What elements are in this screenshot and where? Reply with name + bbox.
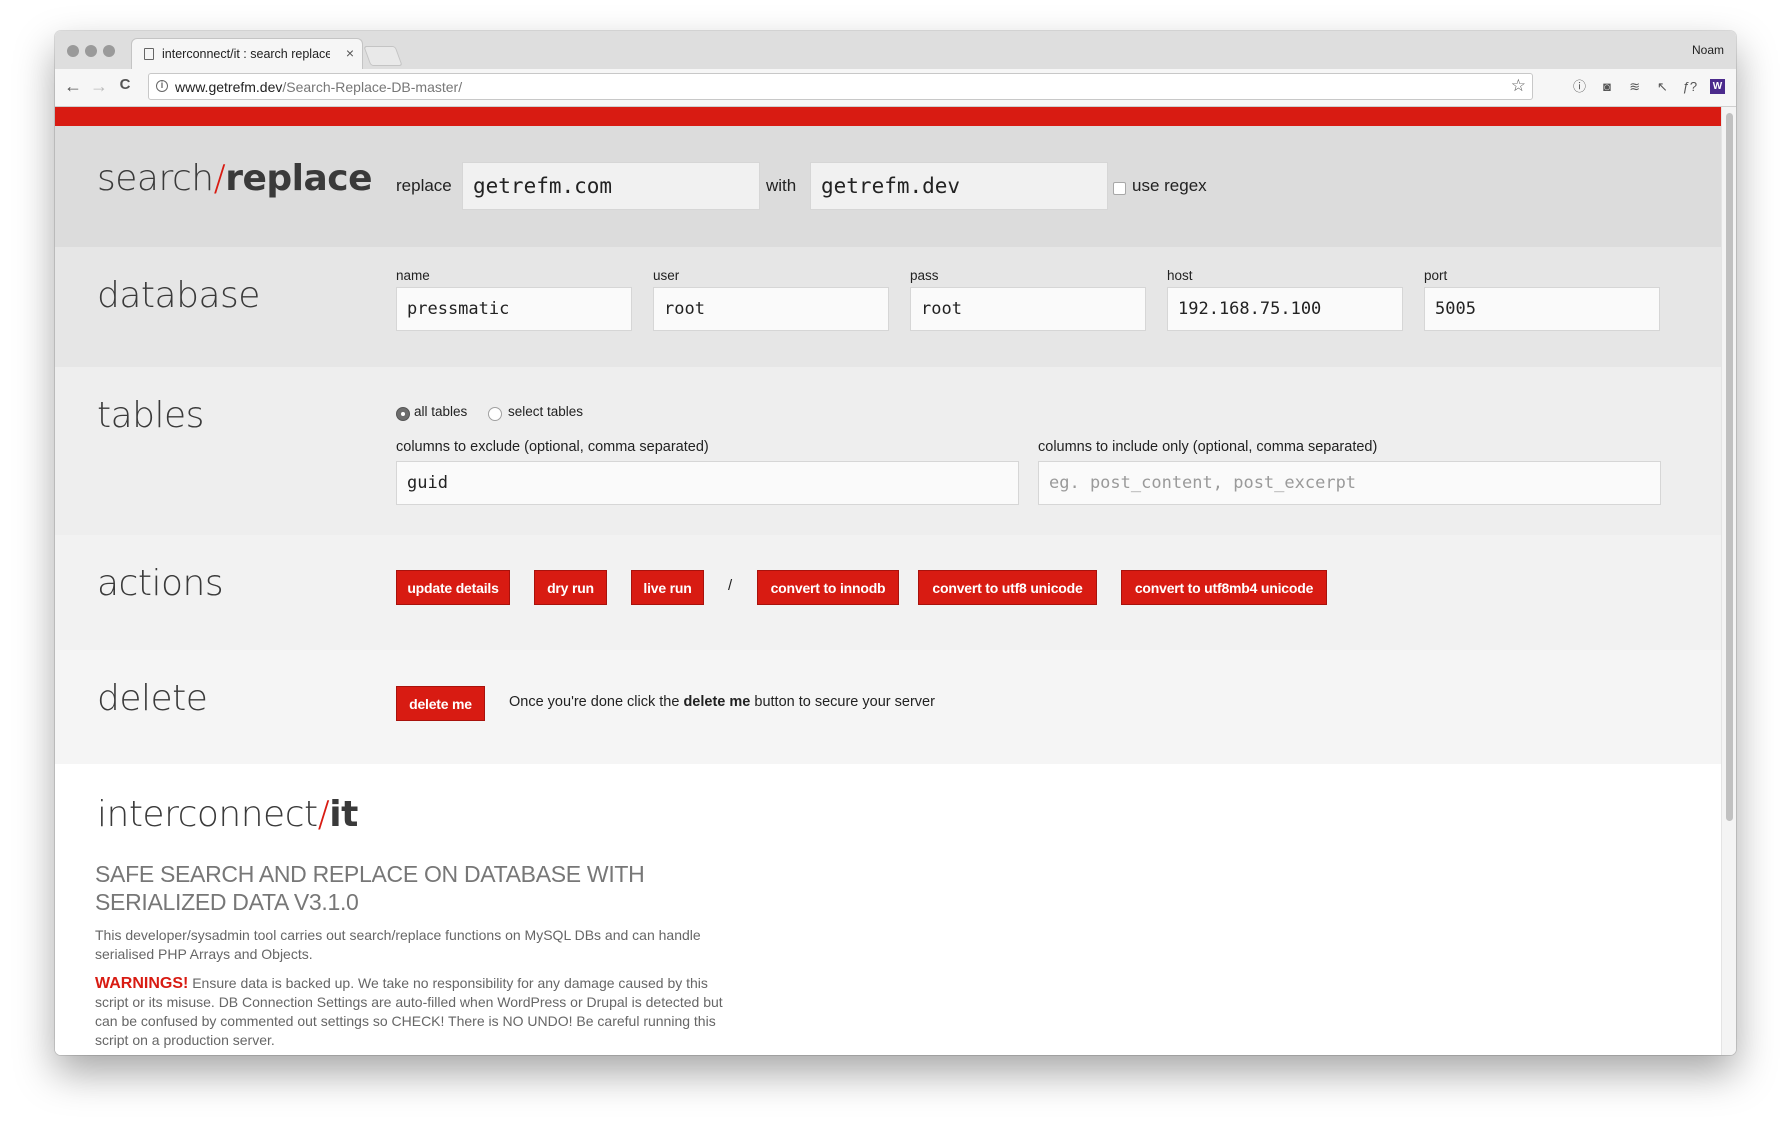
delete-heading: delete: [97, 678, 208, 719]
layers-icon[interactable]: ≋: [1627, 79, 1642, 94]
replace-input[interactable]: getrefm.com: [462, 162, 760, 210]
site-info-icon[interactable]: i: [156, 80, 168, 92]
camera-icon[interactable]: ◙: [1600, 79, 1615, 94]
live-run-button[interactable]: live run: [631, 570, 704, 605]
page-scrollbar[interactable]: [1721, 107, 1736, 1055]
convert-utf8-button[interactable]: convert to utf8 unicode: [918, 570, 1097, 605]
db-user-input[interactable]: root: [653, 287, 889, 331]
about-section: interconnect/it SAFE SEARCH AND REPLACE …: [55, 764, 1721, 1055]
db-port-input[interactable]: 5005: [1424, 287, 1660, 331]
tab-strip: interconnect/it : search replace × Noam: [55, 31, 1736, 70]
db-pass-label: pass: [910, 268, 939, 283]
top-accent-bar: [55, 107, 1721, 126]
url-text[interactable]: www.getrefm.dev/Search-Replace-DB-master…: [175, 79, 462, 95]
brand-logo: interconnect/it: [97, 794, 358, 835]
database-section: database name pressmatic user root pass …: [55, 247, 1721, 367]
use-regex-label: use regex: [1132, 176, 1207, 195]
profile-name[interactable]: Noam: [1692, 43, 1724, 57]
close-window-icon[interactable]: [67, 45, 79, 57]
db-pass-input[interactable]: root: [910, 287, 1146, 331]
tables-section: tables all tables select tables columns …: [55, 367, 1721, 535]
formula-icon[interactable]: ƒ?: [1682, 79, 1697, 94]
db-name-input[interactable]: pressmatic: [396, 287, 632, 331]
include-columns-input[interactable]: eg. post_content, post_excerpt: [1038, 461, 1661, 505]
tagline: SAFE SEARCH AND REPLACE ON DATABASE WITH…: [95, 861, 645, 915]
reload-icon[interactable]: C: [115, 76, 135, 93]
include-columns-label: columns to include only (optional, comma…: [1038, 439, 1378, 455]
bookmark-star-icon[interactable]: ☆: [1511, 76, 1526, 96]
back-icon[interactable]: ←: [63, 76, 83, 97]
replace-label: replace: [396, 176, 452, 195]
actions-section: actions update details dry run live run …: [55, 535, 1721, 650]
db-host-input[interactable]: 192.168.75.100: [1167, 287, 1403, 331]
update-details-button[interactable]: update details: [396, 570, 510, 605]
warning-text: WARNINGS! Ensure data is backed up. We t…: [95, 975, 723, 1048]
minimize-window-icon[interactable]: [85, 45, 97, 57]
w-icon[interactable]: W: [1710, 79, 1725, 94]
address-bar[interactable]: i www.getrefm.dev/Search-Replace-DB-mast…: [148, 73, 1533, 100]
search-replace-section: search/replace replace getrefm.com with …: [55, 126, 1721, 247]
forward-icon[interactable]: →: [89, 76, 109, 97]
convert-utf8mb4-button[interactable]: convert to utf8mb4 unicode: [1121, 570, 1327, 605]
maximize-window-icon[interactable]: [103, 45, 115, 57]
page-icon: [144, 48, 154, 60]
tab-title: interconnect/it : search replace: [162, 47, 330, 61]
convert-innodb-button[interactable]: convert to innodb: [757, 570, 899, 605]
with-input[interactable]: getrefm.dev: [810, 162, 1108, 210]
select-tables-radio[interactable]: [488, 407, 502, 421]
database-heading: database: [97, 275, 260, 316]
pointer-icon[interactable]: ↖: [1655, 79, 1670, 94]
delete-section: delete delete me Once you're done click …: [55, 650, 1721, 764]
description-text: This developer/sysadmin tool carries out…: [95, 927, 701, 962]
browser-tab[interactable]: interconnect/it : search replace ×: [131, 38, 363, 70]
with-label: with: [766, 176, 797, 195]
browser-toolbar: ← → C i www.getrefm.dev/Search-Replace-D…: [55, 69, 1736, 107]
select-tables-label: select tables: [508, 404, 584, 419]
use-regex-checkbox[interactable]: [1113, 182, 1126, 195]
db-port-label: port: [1424, 268, 1448, 283]
db-host-label: host: [1167, 268, 1193, 283]
dry-run-button[interactable]: dry run: [534, 570, 607, 605]
page-content: search/replace replace getrefm.com with …: [55, 107, 1721, 1055]
actions-heading: actions: [97, 563, 224, 604]
info-icon[interactable]: ⓘ: [1572, 79, 1587, 94]
browser-window: interconnect/it : search replace × Noam …: [55, 31, 1736, 1055]
db-user-label: user: [653, 268, 680, 283]
delete-instructions: Once you're done click the delete me but…: [509, 694, 935, 710]
exclude-columns-input[interactable]: guid: [396, 461, 1019, 505]
actions-separator: /: [728, 577, 733, 594]
page-title: search/replace: [97, 158, 373, 199]
all-tables-label: all tables: [414, 404, 468, 419]
close-tab-icon[interactable]: ×: [346, 45, 354, 61]
all-tables-radio[interactable]: [396, 407, 410, 421]
delete-me-button[interactable]: delete me: [396, 686, 485, 721]
db-name-label: name: [396, 268, 430, 283]
exclude-columns-label: columns to exclude (optional, comma sepa…: [396, 439, 709, 455]
new-tab-button[interactable]: [363, 46, 403, 66]
scrollbar-thumb[interactable]: [1726, 113, 1733, 821]
tables-heading: tables: [97, 395, 204, 436]
